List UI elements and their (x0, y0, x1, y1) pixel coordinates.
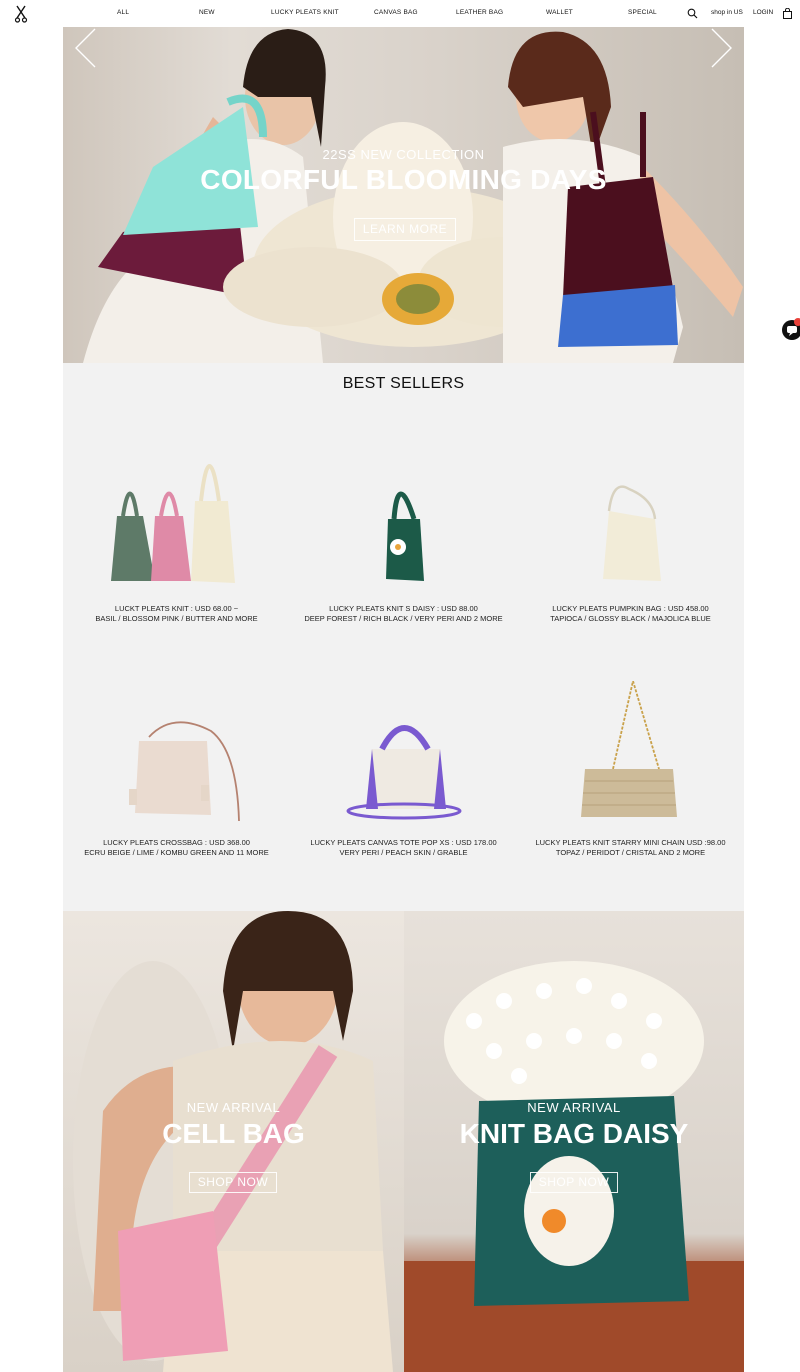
product-name[interactable]: LUCKY PLEATS CROSSBAG : USD 368.00 (63, 838, 290, 848)
hero-subtitle: 22SS NEW COLLECTION (322, 147, 485, 162)
product-name[interactable]: LUCKY PLEATS PUMPKIN BAG : USD 458.00 (517, 604, 744, 614)
scissors-logo-icon[interactable] (14, 5, 28, 23)
product-name[interactable]: LUCKY PLEATS CANVAS TOTE POP XS : USD 17… (290, 838, 517, 848)
best-sellers-section: BEST SELLERS LUCKT PLEATS KNIT : USD 68.… (63, 363, 744, 911)
nav-leather-bag[interactable]: LEATHER BAG (456, 9, 503, 16)
product-card[interactable]: LUCKY PLEATS PUMPKIN BAG : USD 458.00 TA… (517, 423, 744, 623)
hero-banner[interactable]: 22SS NEW COLLECTION COLORFUL BLOOMING DA… (63, 27, 744, 363)
product-image (129, 721, 240, 822)
search-icon[interactable] (687, 8, 698, 19)
promo-subtitle: NEW ARRIVAL (186, 1100, 281, 1115)
product-variants: DEEP FOREST / RICH BLACK / VERY PERI AND… (304, 614, 503, 623)
learn-more-button[interactable]: LEARN MORE (354, 218, 456, 241)
region-selector[interactable]: shop in US (711, 9, 743, 16)
product-variants: BASIL / BLOSSOM PINK / BUTTER AND MORE (95, 614, 258, 623)
product-image (581, 681, 677, 817)
chat-widget-button[interactable] (782, 318, 800, 340)
product-card[interactable]: LUCKY PLEATS CANVAS TOTE POP XS : USD 17… (290, 663, 517, 863)
product-image (346, 725, 462, 820)
section-title: BEST SELLERS (342, 375, 465, 392)
nav-special[interactable]: SPECIAL (628, 9, 657, 16)
shop-now-button[interactable]: SHOP NOW (189, 1172, 277, 1193)
nav-lucky-pleats-knit[interactable]: LUCKY PLEATS KNIT (271, 9, 339, 16)
product-card[interactable]: LUCKY PLEATS KNIT S DAISY : USD 88.00 DE… (290, 423, 517, 623)
nav-all[interactable]: ALL (117, 9, 129, 16)
shop-now-button[interactable]: SHOP NOW (530, 1172, 618, 1193)
product-image (386, 491, 424, 581)
product-card[interactable]: LUCKT PLEATS KNIT : USD 68.00 ~ BASIL / … (63, 423, 290, 623)
nav-new[interactable]: NEW (199, 9, 215, 16)
shopping-bag-icon[interactable] (782, 8, 793, 19)
chevron-right-icon[interactable] (710, 27, 734, 69)
product-card[interactable]: LUCKY PLEATS CROSSBAG : USD 368.00 ECRU … (63, 663, 290, 863)
hero-title: COLORFUL BLOOMING DAYS (200, 164, 607, 195)
product-image (111, 464, 235, 583)
product-name[interactable]: LUCKY PLEATS KNIT STARRY MINI CHAIN USD … (517, 838, 744, 848)
promo-title: CELL BAG (162, 1118, 305, 1149)
product-card[interactable]: LUCKY PLEATS KNIT STARRY MINI CHAIN USD … (517, 663, 744, 863)
promo-subtitle: NEW ARRIVAL (527, 1100, 621, 1115)
chevron-left-icon[interactable] (73, 27, 97, 69)
product-variants: VERY PERI / PEACH SKIN / GRABLE (339, 848, 468, 857)
product-variants: ECRU BEIGE / LIME / KOMBU GREEN AND 11 M… (84, 848, 269, 857)
product-name[interactable]: LUCKT PLEATS KNIT : USD 68.00 ~ (63, 604, 290, 614)
product-image (603, 485, 661, 581)
product-variants: TOPAZ / PERIDOT / CRISTAL AND 2 MORE (555, 848, 706, 857)
promo-cell-bag[interactable]: NEW ARRIVAL CELL BAG SHOP NOW (63, 911, 404, 1372)
promo-title: KNIT BAG DAISY (459, 1118, 689, 1149)
site-header: ALL NEW LUCKY PLEATS KNIT CANVAS BAG LEA… (0, 0, 800, 27)
nav-canvas-bag[interactable]: CANVAS BAG (374, 9, 418, 16)
product-name[interactable]: LUCKY PLEATS KNIT S DAISY : USD 88.00 (290, 604, 517, 614)
chat-notification-badge (794, 318, 800, 326)
login-link[interactable]: LOGIN (753, 9, 773, 16)
product-variants: TAPIOCA / GLOSSY BLACK / MAJOLICA BLUE (550, 614, 711, 623)
nav-wallet[interactable]: WALLET (546, 9, 573, 16)
promo-knit-bag-daisy[interactable]: NEW ARRIVAL KNIT BAG DAISY SHOP NOW (404, 911, 744, 1372)
